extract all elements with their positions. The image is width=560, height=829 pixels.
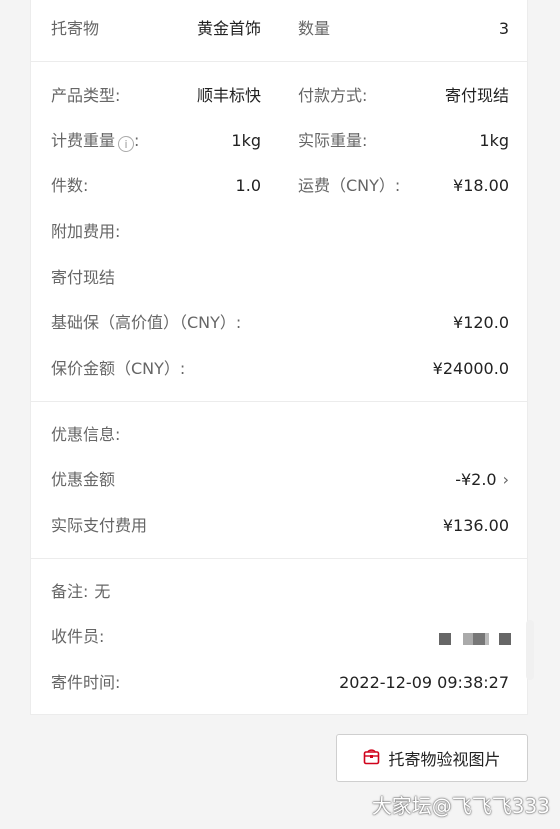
declared-value-amount: ¥24000.0 [432, 359, 509, 378]
pieces-value: 1.0 [235, 176, 261, 195]
actual-paid-label: 实际支付费用 [51, 516, 148, 535]
watermark: 大家坛@飞飞飞333 [371, 794, 550, 818]
chevron-right-icon: › [502, 470, 509, 489]
redacted-block [473, 633, 485, 645]
billed-weight-label: 计费重量 i: [51, 131, 139, 152]
redacted-block [439, 633, 451, 645]
product-type-label: 产品类型: [51, 86, 121, 105]
courier-label: 收件员: [51, 627, 105, 646]
view-item-photos-button[interactable]: 托寄物验视图片 [336, 734, 528, 782]
discount-amount-value: -¥2.0 [455, 470, 497, 489]
redacted-block [499, 633, 511, 645]
waybill-detail-card: 托寄物 黄金首饰 数量 3 产品类型: 顺丰标快 付款方式: 寄付现结 计费重量… [30, 0, 528, 715]
actual-weight-value: 1kg [479, 131, 509, 150]
pay-method-text: 寄付现结 [51, 268, 116, 287]
quantity-value: 3 [498, 19, 509, 38]
quantity-label: 数量 [298, 19, 331, 38]
item-value: 黄金首饰 [196, 19, 261, 38]
divider [31, 61, 527, 62]
info-icon[interactable]: i [118, 136, 135, 152]
divider [31, 558, 527, 559]
pieces-label: 件数: [51, 176, 89, 195]
billed-weight-text: 计费重量 [51, 131, 116, 150]
view-item-photos-label: 托寄物验视图片 [388, 750, 501, 769]
extra-fee-label: 附加费用: [51, 222, 121, 241]
billed-weight-colon: : [134, 131, 140, 150]
redacted-block [485, 633, 489, 645]
redacted-block [463, 633, 473, 645]
insurance-value: ¥120.0 [453, 313, 509, 332]
discount-amount-link[interactable]: -¥2.0 › [361, 470, 509, 490]
insurance-label: 基础保（高价值）（CNY）: [51, 313, 242, 332]
freight-label: 运费（CNY）: [298, 176, 401, 195]
payment-method-value: 寄付现结 [444, 86, 509, 105]
freight-value: ¥18.00 [453, 176, 509, 195]
ship-time-label: 寄件时间: [51, 673, 121, 692]
remark-value: 无 [94, 582, 111, 601]
actual-weight-label: 实际重量: [298, 131, 368, 150]
payment-method-label: 付款方式: [298, 86, 368, 105]
item-label: 托寄物 [51, 19, 100, 38]
ship-time-value: 2022-12-09 09:38:27 [339, 673, 509, 692]
declared-value-label: 保价金额（CNY）: [51, 359, 186, 378]
remark-label: 备注: 无 [51, 582, 110, 602]
discount-info-label: 优惠信息: [51, 425, 121, 444]
divider [31, 401, 527, 402]
remark-label-text: 备注: [51, 582, 89, 601]
discount-amount-label: 优惠金额 [51, 470, 116, 489]
package-icon [363, 748, 380, 769]
product-type-value: 顺丰标快 [196, 86, 261, 105]
scrollbar[interactable] [526, 620, 534, 680]
actual-paid-value: ¥136.00 [442, 516, 509, 535]
billed-weight-value: 1kg [231, 131, 261, 150]
